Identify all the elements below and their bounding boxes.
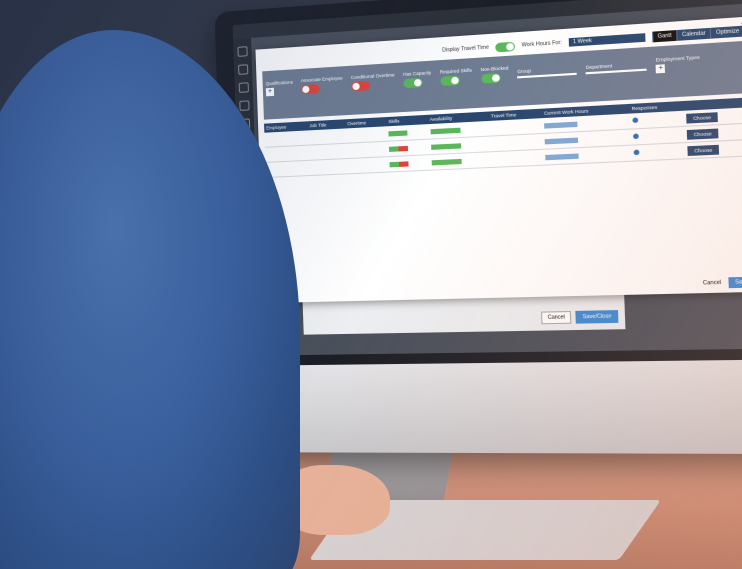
cancel-button[interactable]: Cancel xyxy=(703,280,721,287)
filter-department: Department xyxy=(585,61,648,74)
add-employment-type-button[interactable]: + xyxy=(655,63,666,73)
filter-label: Employment Types xyxy=(655,54,700,63)
tab-optimize[interactable]: Optimize xyxy=(709,25,742,39)
display-travel-label: Display Travel Time xyxy=(442,44,490,54)
capacity-toggle[interactable] xyxy=(403,77,423,89)
responses-cell xyxy=(630,142,686,162)
reports-icon[interactable] xyxy=(239,100,250,111)
skills-bar-missing xyxy=(398,145,409,152)
monitor-screen: Cancel Save/Close × Display Travel Time … xyxy=(232,0,742,356)
skills-bar xyxy=(389,145,399,152)
filter-capacity: Has Capacity xyxy=(402,70,432,89)
background-cancel-button[interactable]: Cancel xyxy=(540,310,572,325)
display-travel-toggle[interactable] xyxy=(495,41,516,52)
job-cell xyxy=(308,143,347,161)
filter-label: Group xyxy=(517,67,532,74)
skills-bar-missing xyxy=(399,160,410,167)
background-form-actions: Cancel Save/Close xyxy=(540,310,619,325)
availability-cell xyxy=(428,151,491,171)
filter-employment: Employment Types + xyxy=(656,54,701,73)
skills-toggle[interactable] xyxy=(439,75,460,87)
availability-bar xyxy=(430,127,461,135)
travel-cell xyxy=(489,149,544,168)
filter-label: Qualifications xyxy=(265,79,293,86)
filter-associate: Associate Employee xyxy=(300,75,343,95)
associate-toggle[interactable] xyxy=(301,84,320,95)
filter-label: Department xyxy=(585,62,613,70)
availability-bar xyxy=(430,142,461,150)
info-icon[interactable] xyxy=(633,149,639,156)
work-hours-label: Work Hours For: xyxy=(521,39,563,49)
photo-scene: Cancel Save/Close × Display Travel Time … xyxy=(0,0,742,569)
overtime-cell xyxy=(346,156,389,174)
nonblocked-toggle[interactable] xyxy=(480,73,501,84)
choose-button[interactable]: Choose xyxy=(687,144,720,156)
choose-button[interactable]: Choose xyxy=(686,127,719,140)
skills-bar xyxy=(388,130,408,137)
filter-label: Has Capacity xyxy=(402,70,432,77)
users-icon[interactable] xyxy=(238,64,249,75)
filter-label: Required Skills xyxy=(439,67,472,75)
job-cell xyxy=(308,158,348,176)
assignment-modal: × Display Travel Time Work Hours For: 1 … xyxy=(255,16,742,304)
hours-cell xyxy=(543,145,632,166)
calendar-icon[interactable] xyxy=(238,82,249,93)
monitor-chin xyxy=(226,359,742,455)
filter-label: Conditional Overtime xyxy=(350,72,395,81)
filter-group: Group xyxy=(517,65,578,78)
choose-button[interactable]: Choose xyxy=(685,111,719,124)
filter-skills: Required Skills xyxy=(440,68,473,87)
action-cell: Choose xyxy=(684,139,742,159)
hours-bar xyxy=(544,121,578,129)
availability-bar xyxy=(431,158,462,166)
skills-cell xyxy=(387,154,430,173)
save-button[interactable]: Save xyxy=(727,276,742,289)
filter-label: Non-Blocked xyxy=(480,65,509,73)
tab-calendar[interactable]: Calendar xyxy=(676,27,711,41)
filter-overtime: Conditional Overtime xyxy=(350,72,395,92)
filter-label: Associate Employee xyxy=(300,75,343,84)
dashboard-icon[interactable] xyxy=(237,46,248,57)
filter-nonblocked: Non-Blocked xyxy=(480,65,509,84)
modal-footer: Cancel Save xyxy=(703,276,742,289)
filter-qualifications: Qualifications + xyxy=(266,79,294,96)
background-save-close-button[interactable]: Save/Close xyxy=(575,310,619,324)
tab-gantt[interactable]: Gantt xyxy=(651,30,677,43)
info-icon[interactable] xyxy=(632,133,639,140)
hours-bar xyxy=(545,153,580,160)
add-qualification-button[interactable]: + xyxy=(265,87,275,96)
skills-bar xyxy=(389,161,400,167)
overtime-toggle[interactable] xyxy=(351,80,371,92)
hours-bar xyxy=(544,137,579,145)
info-icon[interactable] xyxy=(631,117,638,124)
